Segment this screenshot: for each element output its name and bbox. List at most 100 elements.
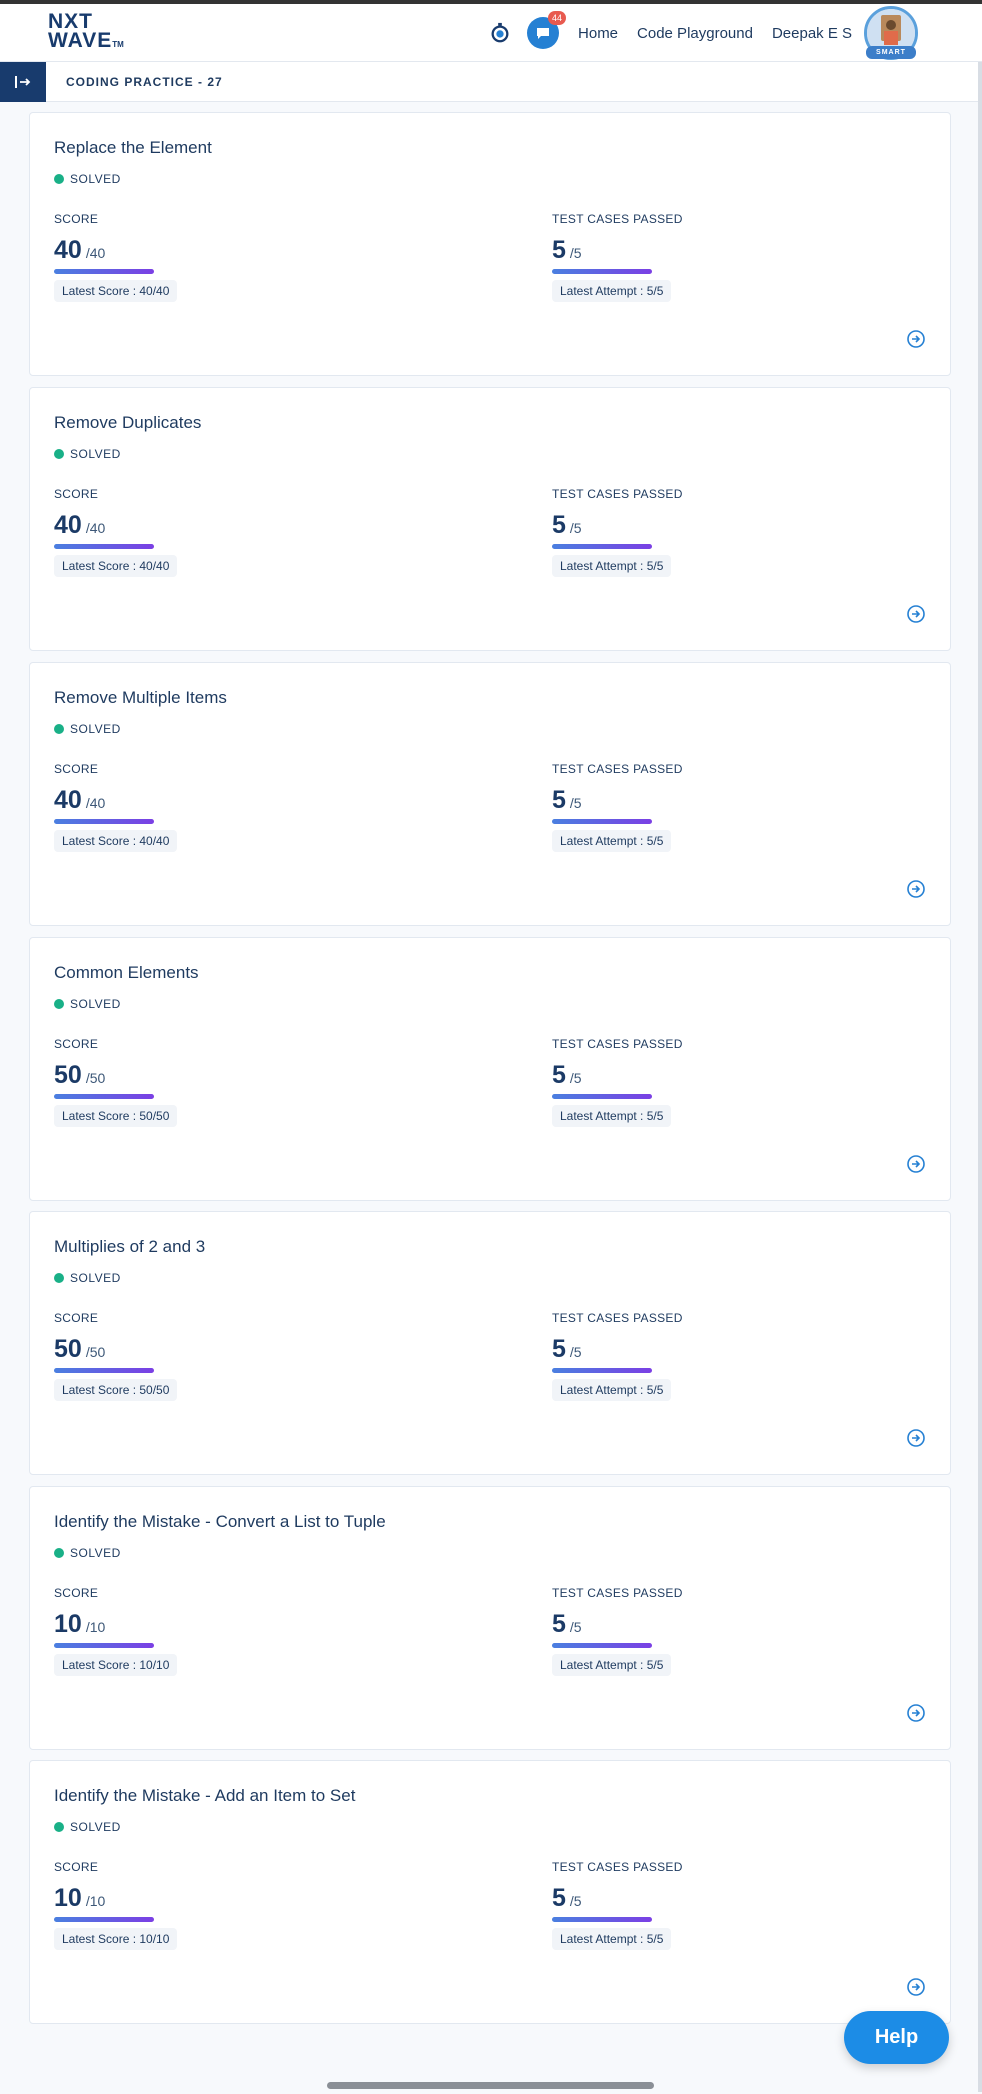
tests-value: 5 xyxy=(552,1061,566,1089)
chat-icon xyxy=(537,28,550,39)
test-cases-section: TEST CASES PASSED 5/5 Latest Attempt : 5… xyxy=(552,1311,683,1401)
nxtwave-logo[interactable]: NXT WAVETM xyxy=(48,11,124,54)
arrow-right-circle-icon[interactable] xyxy=(906,329,926,349)
home-indicator xyxy=(327,2082,654,2089)
tests-value: 5 xyxy=(552,511,566,539)
score-value: 50 xyxy=(54,1335,82,1363)
sidebar-toggle-button[interactable] xyxy=(0,62,46,102)
scrollbar[interactable] xyxy=(978,62,982,2092)
nav-home[interactable]: Home xyxy=(578,25,618,42)
breadcrumb-bar: CODING PRACTICE - 27 xyxy=(0,62,982,102)
latest-score: Latest Score : 50/50 xyxy=(54,1379,178,1401)
score-value: 10 xyxy=(54,1884,82,1912)
latest-attempt: Latest Attempt : 5/5 xyxy=(552,1105,672,1127)
question-title[interactable]: Multiplies of 2 and 3 xyxy=(54,1237,205,1257)
score-section: SCORE 10/10 Latest Score : 10/10 xyxy=(54,1586,178,1676)
latest-attempt: Latest Attempt : 5/5 xyxy=(552,555,672,577)
score-section: SCORE 50/50 Latest Score : 50/50 xyxy=(54,1037,178,1127)
question-title[interactable]: Remove Duplicates xyxy=(54,413,201,433)
help-button[interactable]: Help xyxy=(844,2011,949,2064)
score-section: SCORE 50/50 Latest Score : 50/50 xyxy=(54,1311,178,1401)
tests-value: 5 xyxy=(552,236,566,264)
question-card: Remove Duplicates SOLVED SCORE 40/40 Lat… xyxy=(29,387,951,651)
score-section: SCORE 40/40 Latest Score : 40/40 xyxy=(54,762,178,852)
test-cases-section: TEST CASES PASSED 5/5 Latest Attempt : 5… xyxy=(552,1037,683,1127)
question-title[interactable]: Identify the Mistake - Add an Item to Se… xyxy=(54,1786,355,1806)
latest-score: Latest Score : 50/50 xyxy=(54,1105,178,1127)
status-badge: SOLVED xyxy=(54,1271,121,1285)
test-cases-section: TEST CASES PASSED 5/5 Latest Attempt : 5… xyxy=(552,487,683,577)
tests-progress-bar xyxy=(552,819,652,824)
chat-button[interactable]: 44 xyxy=(527,11,567,49)
latest-attempt: Latest Attempt : 5/5 xyxy=(552,830,672,852)
status-badge: SOLVED xyxy=(54,1820,121,1834)
arrow-right-circle-icon[interactable] xyxy=(906,1154,926,1174)
latest-score: Latest Score : 10/10 xyxy=(54,1928,178,1950)
arrow-right-circle-icon[interactable] xyxy=(906,1703,926,1723)
score-section: SCORE 10/10 Latest Score : 10/10 xyxy=(54,1860,178,1950)
arrow-right-circle-icon[interactable] xyxy=(906,1977,926,1997)
arrow-right-circle-icon[interactable] xyxy=(906,604,926,624)
score-progress-bar xyxy=(54,819,154,824)
question-card: Remove Multiple Items SOLVED SCORE 40/40… xyxy=(29,662,951,926)
latest-score: Latest Score : 40/40 xyxy=(54,830,178,852)
question-title[interactable]: Replace the Element xyxy=(54,138,212,158)
question-card: Identify the Mistake - Convert a List to… xyxy=(29,1486,951,1750)
score-value: 40 xyxy=(54,786,82,814)
score-value: 40 xyxy=(54,511,82,539)
score-progress-bar xyxy=(54,1368,154,1373)
nav-right: 44 Home Code Playground Deepak E S xyxy=(489,8,852,58)
test-cases-section: TEST CASES PASSED 5/5 Latest Attempt : 5… xyxy=(552,1586,683,1676)
score-section: SCORE 40/40 Latest Score : 40/40 xyxy=(54,212,178,302)
score-progress-bar xyxy=(54,544,154,549)
tests-progress-bar xyxy=(552,544,652,549)
test-cases-section: TEST CASES PASSED 5/5 Latest Attempt : 5… xyxy=(552,212,683,302)
solved-dot-icon xyxy=(54,1273,64,1283)
question-card: Identify the Mistake - Add an Item to Se… xyxy=(29,1760,951,2024)
arrow-right-circle-icon[interactable] xyxy=(906,1428,926,1448)
tests-progress-bar xyxy=(552,1094,652,1099)
solved-dot-icon xyxy=(54,449,64,459)
avatar[interactable]: SMART xyxy=(860,6,922,62)
latest-score: Latest Score : 40/40 xyxy=(54,555,178,577)
question-card: Multiplies of 2 and 3 SOLVED SCORE 50/50… xyxy=(29,1211,951,1475)
question-title[interactable]: Common Elements xyxy=(54,963,199,983)
score-progress-bar xyxy=(54,1917,154,1922)
tests-value: 5 xyxy=(552,1884,566,1912)
latest-attempt: Latest Attempt : 5/5 xyxy=(552,1928,672,1950)
solved-dot-icon xyxy=(54,1548,64,1558)
score-progress-bar xyxy=(54,269,154,274)
latest-score: Latest Score : 40/40 xyxy=(54,280,178,302)
score-section: SCORE 40/40 Latest Score : 40/40 xyxy=(54,487,178,577)
nav-user-name[interactable]: Deepak E S xyxy=(772,25,852,42)
score-value: 10 xyxy=(54,1610,82,1638)
top-navbar: NXT WAVETM 44 Home Code Playground Deepa… xyxy=(0,4,982,62)
score-value: 50 xyxy=(54,1061,82,1089)
tests-value: 5 xyxy=(552,786,566,814)
arrow-right-circle-icon[interactable] xyxy=(906,879,926,899)
status-badge: SOLVED xyxy=(54,997,121,1011)
status-badge: SOLVED xyxy=(54,447,121,461)
tests-value: 5 xyxy=(552,1335,566,1363)
tests-progress-bar xyxy=(552,1917,652,1922)
score-progress-bar xyxy=(54,1643,154,1648)
test-cases-section: TEST CASES PASSED 5/5 Latest Attempt : 5… xyxy=(552,762,683,852)
latest-attempt: Latest Attempt : 5/5 xyxy=(552,1379,672,1401)
avatar-badge: SMART xyxy=(866,46,916,59)
stopwatch-icon[interactable] xyxy=(489,22,511,44)
tests-progress-bar xyxy=(552,1643,652,1648)
status-badge: SOLVED xyxy=(54,722,121,736)
expand-sidebar-icon xyxy=(15,76,31,88)
question-card: Common Elements SOLVED SCORE 50/50 Lates… xyxy=(29,937,951,1201)
solved-dot-icon xyxy=(54,724,64,734)
solved-dot-icon xyxy=(54,999,64,1009)
question-title[interactable]: Remove Multiple Items xyxy=(54,688,227,708)
test-cases-section: TEST CASES PASSED 5/5 Latest Attempt : 5… xyxy=(552,1860,683,1950)
nav-code-playground[interactable]: Code Playground xyxy=(637,25,753,42)
latest-attempt: Latest Attempt : 5/5 xyxy=(552,280,672,302)
status-badge: SOLVED xyxy=(54,1546,121,1560)
score-value: 40 xyxy=(54,236,82,264)
score-progress-bar xyxy=(54,1094,154,1099)
status-badge: SOLVED xyxy=(54,172,121,186)
question-title[interactable]: Identify the Mistake - Convert a List to… xyxy=(54,1512,386,1532)
